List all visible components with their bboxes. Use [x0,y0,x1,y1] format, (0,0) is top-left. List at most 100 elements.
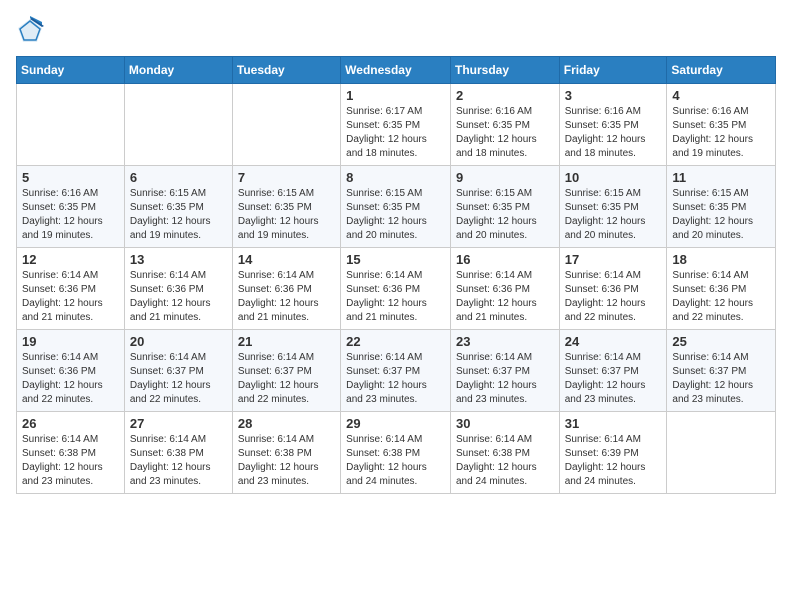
day-info: Sunrise: 6:14 AM Sunset: 6:38 PM Dayligh… [22,433,119,489]
calendar-week-1: 5 Sunrise: 6:16 AM Sunset: 6:35 PM Daylig… [17,166,776,248]
day-number: 28 [238,416,335,431]
day-info: Sunrise: 6:16 AM Sunset: 6:35 PM Dayligh… [456,105,554,161]
day-number: 7 [238,170,335,185]
calendar-week-4: 26Sunrise: 6:14 AM Sunset: 6:38 PM Dayli… [17,412,776,494]
day-info: Sunrise: 6:16 AM Sunset: 6:35 PM Dayligh… [565,105,662,161]
calendar-cell: 24 Sunrise: 6:14 AM Sunset: 6:37 PM Dayli… [559,330,667,412]
day-number: 3 [565,88,662,103]
day-number: 27 [130,416,227,431]
calendar-cell: 2 Sunrise: 6:16 AM Sunset: 6:35 PM Daylig… [450,84,559,166]
day-info: Sunrise: 6:14 AM Sunset: 6:37 PM Dayligh… [565,351,662,407]
day-info: Sunrise: 6:14 AM Sunset: 6:37 PM Dayligh… [238,351,335,407]
day-number: 23 [456,334,554,349]
day-info: Sunrise: 6:14 AM Sunset: 6:38 PM Dayligh… [130,433,227,489]
calendar-cell: 1Sunrise: 6:17 AM Sunset: 6:35 PM Daylig… [341,84,451,166]
day-info: Sunrise: 6:14 AM Sunset: 6:36 PM Dayligh… [130,269,227,325]
calendar-cell [124,84,232,166]
calendar-cell: 5 Sunrise: 6:16 AM Sunset: 6:35 PM Daylig… [17,166,125,248]
day-info: Sunrise: 6:16 AM Sunset: 6:35 PM Dayligh… [22,187,119,243]
day-number: 25 [672,334,770,349]
day-number: 14 [238,252,335,267]
day-number: 22 [346,334,445,349]
day-number: 6 [130,170,227,185]
calendar-cell: 10Sunrise: 6:15 AM Sunset: 6:35 PM Dayli… [559,166,667,248]
calendar-cell: 29 Sunrise: 6:14 AM Sunset: 6:38 PM Dayli… [341,412,451,494]
day-info: Sunrise: 6:14 AM Sunset: 6:36 PM Dayligh… [22,269,119,325]
weekday-header-monday: Monday [124,57,232,84]
day-number: 4 [672,88,770,103]
calendar-cell: 8 Sunrise: 6:15 AM Sunset: 6:35 PM Daylig… [341,166,451,248]
calendar-cell [232,84,340,166]
calendar-cell: 22Sunrise: 6:14 AM Sunset: 6:37 PM Dayli… [341,330,451,412]
calendar-cell: 18Sunrise: 6:14 AM Sunset: 6:36 PM Dayli… [667,248,776,330]
day-info: Sunrise: 6:15 AM Sunset: 6:35 PM Dayligh… [238,187,335,243]
day-number: 19 [22,334,119,349]
calendar-cell: 14 Sunrise: 6:14 AM Sunset: 6:36 PM Dayli… [232,248,340,330]
calendar-week-3: 19 Sunrise: 6:14 AM Sunset: 6:36 PM Dayli… [17,330,776,412]
day-info: Sunrise: 6:14 AM Sunset: 6:36 PM Dayligh… [238,269,335,325]
day-number: 13 [130,252,227,267]
day-info: Sunrise: 6:14 AM Sunset: 6:38 PM Dayligh… [456,433,554,489]
day-info: Sunrise: 6:15 AM Sunset: 6:35 PM Dayligh… [346,187,445,243]
calendar-cell: 12 Sunrise: 6:14 AM Sunset: 6:36 PM Dayli… [17,248,125,330]
day-number: 12 [22,252,119,267]
day-info: Sunrise: 6:14 AM Sunset: 6:37 PM Dayligh… [456,351,554,407]
calendar-cell [17,84,125,166]
day-info: Sunrise: 6:15 AM Sunset: 6:35 PM Dayligh… [672,187,770,243]
calendar-cell: 28 Sunrise: 6:14 AM Sunset: 6:38 PM Dayli… [232,412,340,494]
day-info: Sunrise: 6:14 AM Sunset: 6:36 PM Dayligh… [672,269,770,325]
day-number: 5 [22,170,119,185]
day-info: Sunrise: 6:15 AM Sunset: 6:35 PM Dayligh… [130,187,227,243]
calendar-cell [667,412,776,494]
weekday-header-tuesday: Tuesday [232,57,340,84]
day-number: 1 [346,88,445,103]
day-number: 24 [565,334,662,349]
day-info: Sunrise: 6:14 AM Sunset: 6:36 PM Dayligh… [565,269,662,325]
day-number: 10 [565,170,662,185]
day-info: Sunrise: 6:14 AM Sunset: 6:36 PM Dayligh… [456,269,554,325]
calendar-cell: 9Sunrise: 6:15 AM Sunset: 6:35 PM Daylig… [450,166,559,248]
day-number: 21 [238,334,335,349]
calendar-cell: 21 Sunrise: 6:14 AM Sunset: 6:37 PM Dayli… [232,330,340,412]
calendar-table: SundayMondayTuesdayWednesdayThursdayFrid… [16,56,776,494]
calendar-cell: 31Sunrise: 6:14 AM Sunset: 6:39 PM Dayli… [559,412,667,494]
logo-icon [16,16,44,44]
day-number: 30 [456,416,554,431]
day-number: 15 [346,252,445,267]
weekday-header-thursday: Thursday [450,57,559,84]
day-number: 2 [456,88,554,103]
day-info: Sunrise: 6:14 AM Sunset: 6:38 PM Dayligh… [346,433,445,489]
calendar-cell: 27 Sunrise: 6:14 AM Sunset: 6:38 PM Dayli… [124,412,232,494]
calendar-week-0: 1Sunrise: 6:17 AM Sunset: 6:35 PM Daylig… [17,84,776,166]
calendar-cell: 7 Sunrise: 6:15 AM Sunset: 6:35 PM Daylig… [232,166,340,248]
calendar-cell: 20 Sunrise: 6:14 AM Sunset: 6:37 PM Dayli… [124,330,232,412]
calendar-cell: 4 Sunrise: 6:16 AM Sunset: 6:35 PM Daylig… [667,84,776,166]
calendar-cell: 30 Sunrise: 6:14 AM Sunset: 6:38 PM Dayli… [450,412,559,494]
day-info: Sunrise: 6:14 AM Sunset: 6:38 PM Dayligh… [238,433,335,489]
calendar-cell: 15 Sunrise: 6:14 AM Sunset: 6:36 PM Dayli… [341,248,451,330]
day-info: Sunrise: 6:14 AM Sunset: 6:36 PM Dayligh… [346,269,445,325]
calendar-cell: 11 Sunrise: 6:15 AM Sunset: 6:35 PM Dayli… [667,166,776,248]
logo [16,16,50,44]
calendar-cell: 17 Sunrise: 6:14 AM Sunset: 6:36 PM Dayli… [559,248,667,330]
day-info: Sunrise: 6:14 AM Sunset: 6:39 PM Dayligh… [565,433,662,489]
day-number: 8 [346,170,445,185]
calendar-cell: 23 Sunrise: 6:14 AM Sunset: 6:37 PM Dayli… [450,330,559,412]
page-header [16,16,776,44]
weekday-header-sunday: Sunday [17,57,125,84]
weekday-header-friday: Friday [559,57,667,84]
day-number: 17 [565,252,662,267]
day-number: 16 [456,252,554,267]
day-number: 20 [130,334,227,349]
calendar-cell: 16 Sunrise: 6:14 AM Sunset: 6:36 PM Dayli… [450,248,559,330]
day-info: Sunrise: 6:14 AM Sunset: 6:36 PM Dayligh… [22,351,119,407]
day-info: Sunrise: 6:16 AM Sunset: 6:35 PM Dayligh… [672,105,770,161]
calendar-cell: 13 Sunrise: 6:14 AM Sunset: 6:36 PM Dayli… [124,248,232,330]
day-number: 11 [672,170,770,185]
calendar-week-2: 12 Sunrise: 6:14 AM Sunset: 6:36 PM Dayli… [17,248,776,330]
calendar-cell: 6 Sunrise: 6:15 AM Sunset: 6:35 PM Daylig… [124,166,232,248]
day-number: 9 [456,170,554,185]
calendar-cell: 19 Sunrise: 6:14 AM Sunset: 6:36 PM Dayli… [17,330,125,412]
day-number: 29 [346,416,445,431]
day-info: Sunrise: 6:14 AM Sunset: 6:37 PM Dayligh… [130,351,227,407]
